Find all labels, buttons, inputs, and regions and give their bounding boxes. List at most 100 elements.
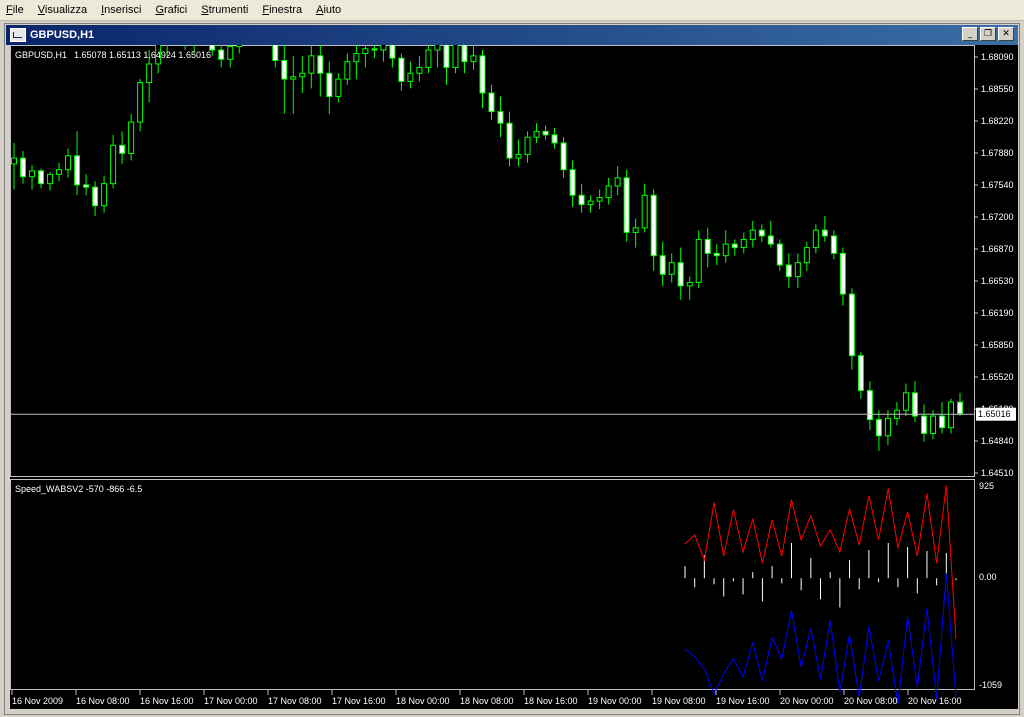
candle-body [866, 389, 873, 421]
time-axis: 16 Nov 2009 16 Nov 08:00 16 Nov 16:00 17 No… [11, 690, 962, 706]
candle-body [11, 157, 17, 165]
candle-body [317, 55, 324, 74]
candle-body [803, 247, 810, 264]
time-tick-label: 17 Nov 00:00 [204, 696, 258, 706]
menu-file[interactable]: File [0, 0, 32, 20]
candle-body [371, 48, 378, 51]
price-tick-label: 1.67540 [981, 180, 1014, 190]
candle-body [551, 134, 558, 144]
price-tick-label: 1.66870 [981, 244, 1014, 254]
candle-body [353, 53, 360, 63]
time-tick-label: 20 Nov 00:00 [780, 696, 834, 706]
ohlc-label: 1.65078 1.65113 1.64924 1.65016 [74, 50, 211, 60]
candle-body [542, 130, 549, 136]
candle-body [83, 184, 90, 188]
chart-svg[interactable]: 1.68090 1.68550 1.68220 1.67880 1.67540 1.672… [10, 0, 1018, 709]
candle-body [380, 43, 387, 51]
candle-body [524, 136, 531, 156]
candle-body [848, 293, 855, 357]
menu-strumenti[interactable]: Strumenti [195, 0, 256, 20]
candle-body [902, 392, 909, 411]
symbol-label: GBPUSD,H1 [15, 50, 67, 60]
candle-body [668, 262, 675, 275]
candle-body [821, 229, 828, 237]
candle-body [776, 243, 783, 266]
candle-body [470, 55, 477, 63]
candle-body [659, 255, 666, 275]
candle-body [632, 227, 639, 233]
restore-icon[interactable]: ❐ [980, 27, 996, 41]
candle-body [128, 121, 135, 154]
candle-body [623, 177, 630, 233]
candle-body [236, 26, 243, 48]
time-tick-label: 18 Nov 16:00 [524, 696, 578, 706]
candle-body [794, 262, 801, 278]
candle-body [695, 238, 702, 283]
candle-body [398, 57, 405, 82]
candle-body [74, 155, 81, 186]
indicator-label: Speed_WABSV2 -570 -866 -6.5 [15, 484, 142, 494]
time-tick-label: 16 Nov 08:00 [76, 696, 130, 706]
time-tick-label: 20 Nov 08:00 [844, 696, 898, 706]
candle-body [587, 200, 594, 206]
menu-visualizza[interactable]: Visualizza [32, 0, 95, 20]
candle-body [875, 419, 882, 437]
menu-finestra[interactable]: Finestra [256, 0, 310, 20]
candle-body [443, 41, 450, 68]
candle-body [362, 48, 369, 55]
menu-aiuto[interactable]: Aiuto [310, 0, 349, 20]
indicator-group [684, 485, 957, 705]
candle-body [29, 170, 36, 178]
candle-body [947, 401, 954, 429]
candle-body [957, 401, 963, 415]
window-titlebar[interactable]: GBPUSD,H1 _ ❐ ✕ [6, 25, 1018, 45]
time-tick-label: 17 Nov 16:00 [332, 696, 386, 706]
price-tick-label: 1.67880 [981, 148, 1014, 158]
menu-inserisci[interactable]: Inserisci [95, 0, 149, 20]
candle-body [767, 235, 774, 245]
minimize-icon[interactable]: _ [962, 27, 978, 41]
price-tick-label: 1.66530 [981, 276, 1014, 286]
menu-grafici[interactable]: Grafici [149, 0, 195, 20]
price-tick-label: 1.68220 [981, 116, 1014, 126]
candle-body [65, 155, 72, 171]
candle-body [938, 415, 945, 429]
candle-body [533, 130, 540, 138]
candle-body [101, 183, 108, 207]
candle-body [110, 144, 117, 185]
candle-body [119, 144, 126, 154]
candle-body [47, 173, 54, 185]
candle-body [416, 66, 423, 74]
price-tick-label: 1.64510 [981, 468, 1014, 478]
time-tick-label: 17 Nov 08:00 [268, 696, 322, 706]
candle-body [281, 59, 288, 80]
candle-body [506, 122, 513, 159]
price-tick-label: 1.65520 [981, 372, 1014, 382]
candle-body [839, 252, 846, 295]
current-price-label: 1.65016 [978, 409, 1011, 419]
candle-body [884, 417, 891, 437]
candle-body [92, 186, 99, 207]
candle-body [920, 415, 927, 434]
candle-body [326, 72, 333, 98]
price-tick-label: 1.67200 [981, 212, 1014, 222]
time-tick-label: 16 Nov 16:00 [140, 696, 194, 706]
candle-body [749, 229, 756, 240]
chart-canvas[interactable]: 1.68090 1.68550 1.68220 1.67880 1.67540 1.672… [10, 0, 1018, 709]
candle-body [812, 229, 819, 249]
close-icon[interactable]: ✕ [998, 27, 1014, 41]
window-controls: _ ❐ ✕ [962, 27, 1014, 41]
candle-body [731, 243, 738, 249]
candle-body [434, 41, 441, 51]
candle-body [299, 72, 306, 78]
time-tick-label: 16 Nov 2009 [12, 696, 63, 706]
candle-body [452, 22, 459, 68]
time-tick-label: 19 Nov 16:00 [716, 696, 770, 706]
candle-body [20, 157, 27, 178]
candle-body [677, 262, 684, 287]
candle-body [389, 43, 396, 59]
candle-body [929, 415, 936, 434]
candle-body [830, 235, 837, 254]
candle-body [641, 194, 648, 229]
candle-body [596, 197, 603, 202]
